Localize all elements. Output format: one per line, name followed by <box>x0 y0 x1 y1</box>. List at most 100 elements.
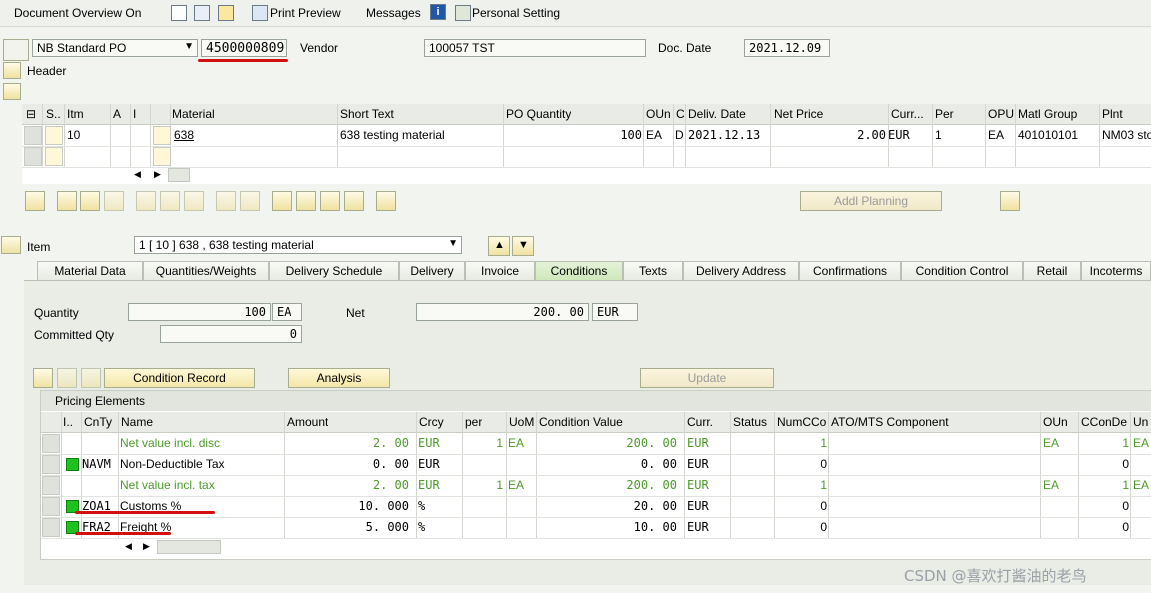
plant[interactable]: NM03 sto <box>1102 128 1151 142</box>
col-per[interactable]: per <box>465 415 482 429</box>
condition-un[interactable]: EA <box>1133 436 1149 450</box>
col-cnty[interactable]: CnTy <box>84 415 112 429</box>
condition-type[interactable]: NAVM <box>82 457 111 471</box>
short-text[interactable]: 638 testing material <box>340 128 445 142</box>
condition-name[interactable]: Net value incl. disc <box>120 436 220 450</box>
net-currency-field[interactable]: EUR <box>592 303 638 321</box>
document-type-select[interactable]: NB Standard PO ▼ <box>32 39 198 57</box>
doc-date-field[interactable]: 2021.12.09 <box>744 39 830 57</box>
chevron-down-icon[interactable]: ▼ <box>184 41 194 52</box>
condition-currency[interactable]: % <box>418 520 425 534</box>
condition-currency[interactable]: % <box>418 499 425 513</box>
condition-amount[interactable]: 0. 00 <box>287 457 409 471</box>
table-row[interactable]: ZOA1 Customs % 10. 000 % 20. 00 EUR 0 0 <box>41 496 1151 518</box>
quantity-unit-field[interactable]: EA <box>272 303 302 321</box>
col-uom[interactable]: UoM <box>509 415 534 429</box>
tab-conditions[interactable]: Conditions <box>535 261 623 280</box>
col-i[interactable]: I.. <box>63 415 73 429</box>
col-plnt[interactable]: Plnt <box>1102 107 1123 121</box>
row-selector[interactable] <box>42 434 60 453</box>
details-icon[interactable] <box>33 368 53 388</box>
scroll-left-icon[interactable]: ◀ <box>134 169 141 180</box>
tab-retail[interactable]: Retail <box>1023 261 1081 280</box>
condition-currency[interactable]: EUR <box>418 478 440 492</box>
col-deliv-date[interactable]: Deliv. Date <box>688 107 746 121</box>
row-status[interactable] <box>45 126 63 145</box>
condition-value[interactable]: 0. 00 <box>539 457 677 471</box>
condition-per[interactable]: 1 <box>465 478 503 492</box>
expand-header-icon[interactable] <box>3 62 21 79</box>
tab-invoice[interactable]: Invoice <box>465 261 535 280</box>
vendor-field[interactable]: 100057 TST <box>424 39 646 57</box>
table-row[interactable]: NAVM Non-Deductible Tax 0. 00 EUR 0. 00 … <box>41 454 1151 476</box>
row-status[interactable] <box>45 147 63 166</box>
col-i[interactable]: I <box>133 107 136 121</box>
tab-quantities-weights[interactable]: Quantities/Weights <box>143 261 269 280</box>
condition-currency[interactable]: EUR <box>418 436 440 450</box>
condition-ccon[interactable]: 1 <box>1081 478 1129 492</box>
condition-numcco[interactable]: 1 <box>777 436 827 450</box>
addl-planning-button[interactable]: Addl Planning <box>800 191 942 211</box>
col-curr[interactable]: Curr... <box>891 107 924 121</box>
condition-curr[interactable]: EUR <box>687 436 709 450</box>
scroll-left-icon[interactable]: ◀ <box>125 541 132 552</box>
col-short-text[interactable]: Short Text <box>340 107 394 121</box>
copy-document-icon[interactable] <box>218 5 234 21</box>
condition-amount[interactable]: 2. 00 <box>287 478 409 492</box>
sort-ascending-icon[interactable] <box>272 191 292 211</box>
delivery-date[interactable]: 2021.12.13 <box>688 128 760 142</box>
col-per[interactable]: Per <box>935 107 954 121</box>
material-checkbox[interactable] <box>153 147 171 166</box>
condition-value[interactable]: 20. 00 <box>539 499 677 513</box>
item-select[interactable]: 1 [ 10 ] 638 , 638 testing material ▼ <box>134 236 462 254</box>
edit-icon[interactable] <box>194 5 210 21</box>
net-price[interactable]: 2.00 <box>774 128 886 142</box>
details-icon[interactable] <box>25 191 45 211</box>
tab-incoterms[interactable]: Incoterms <box>1081 261 1151 280</box>
copy-icon[interactable] <box>216 191 236 211</box>
col-amount[interactable]: Amount <box>287 415 328 429</box>
order-unit[interactable]: EA <box>646 128 662 142</box>
col-material[interactable]: Material <box>172 107 215 121</box>
messages-button[interactable]: Messages <box>366 6 421 20</box>
scroll-right-icon[interactable]: ▶ <box>154 169 161 180</box>
sort-descending-icon[interactable] <box>296 191 316 211</box>
new-document-icon[interactable] <box>171 5 187 21</box>
table-row[interactable] <box>22 146 1151 168</box>
condition-uom[interactable]: EA <box>508 436 524 450</box>
col-curr[interactable]: Curr. <box>687 415 713 429</box>
condition-numcco[interactable]: 1 <box>777 478 827 492</box>
row-selector[interactable] <box>42 518 60 537</box>
condition-name[interactable]: Net value incl. tax <box>120 478 215 492</box>
net-value-field[interactable]: 200. 00 <box>416 303 589 321</box>
item-number[interactable]: 10 <box>67 128 80 142</box>
tab-confirmations[interactable]: Confirmations <box>799 261 901 280</box>
po-number-field[interactable]: 4500000809 <box>201 39 287 57</box>
col-oun[interactable]: OUn <box>646 107 671 121</box>
info-icon[interactable]: i <box>430 4 446 20</box>
condition-un[interactable]: EA <box>1133 478 1149 492</box>
row-selector[interactable] <box>24 147 42 166</box>
condition-ccon[interactable]: 1 <box>1081 436 1129 450</box>
previous-item-button[interactable]: ▲ <box>488 236 510 256</box>
lock-icon[interactable] <box>160 191 180 211</box>
paste-item-icon[interactable] <box>104 191 124 211</box>
row-selector[interactable] <box>42 455 60 474</box>
col-po-quantity[interactable]: PO Quantity <box>506 107 571 121</box>
filter-icon[interactable] <box>320 191 340 211</box>
condition-numcco[interactable]: 0 <box>777 457 827 471</box>
next-item-button[interactable]: ▼ <box>512 236 534 256</box>
condition-numcco[interactable]: 0 <box>777 499 827 513</box>
date-category[interactable]: D <box>675 128 684 142</box>
cart-icon[interactable] <box>3 39 29 61</box>
row-selector[interactable] <box>42 476 60 495</box>
add-item-icon[interactable] <box>57 191 77 211</box>
col-crcy[interactable]: Crcy <box>419 415 444 429</box>
col-net-price[interactable]: Net Price <box>774 107 823 121</box>
row-selector[interactable] <box>24 126 42 145</box>
col-s[interactable]: S.. <box>46 107 61 121</box>
personal-setting-button[interactable]: Personal Setting <box>472 6 560 20</box>
condition-value[interactable]: 200. 00 <box>539 436 677 450</box>
material-link[interactable]: 638 <box>174 128 194 142</box>
horizontal-scrollbar[interactable] <box>157 540 221 554</box>
